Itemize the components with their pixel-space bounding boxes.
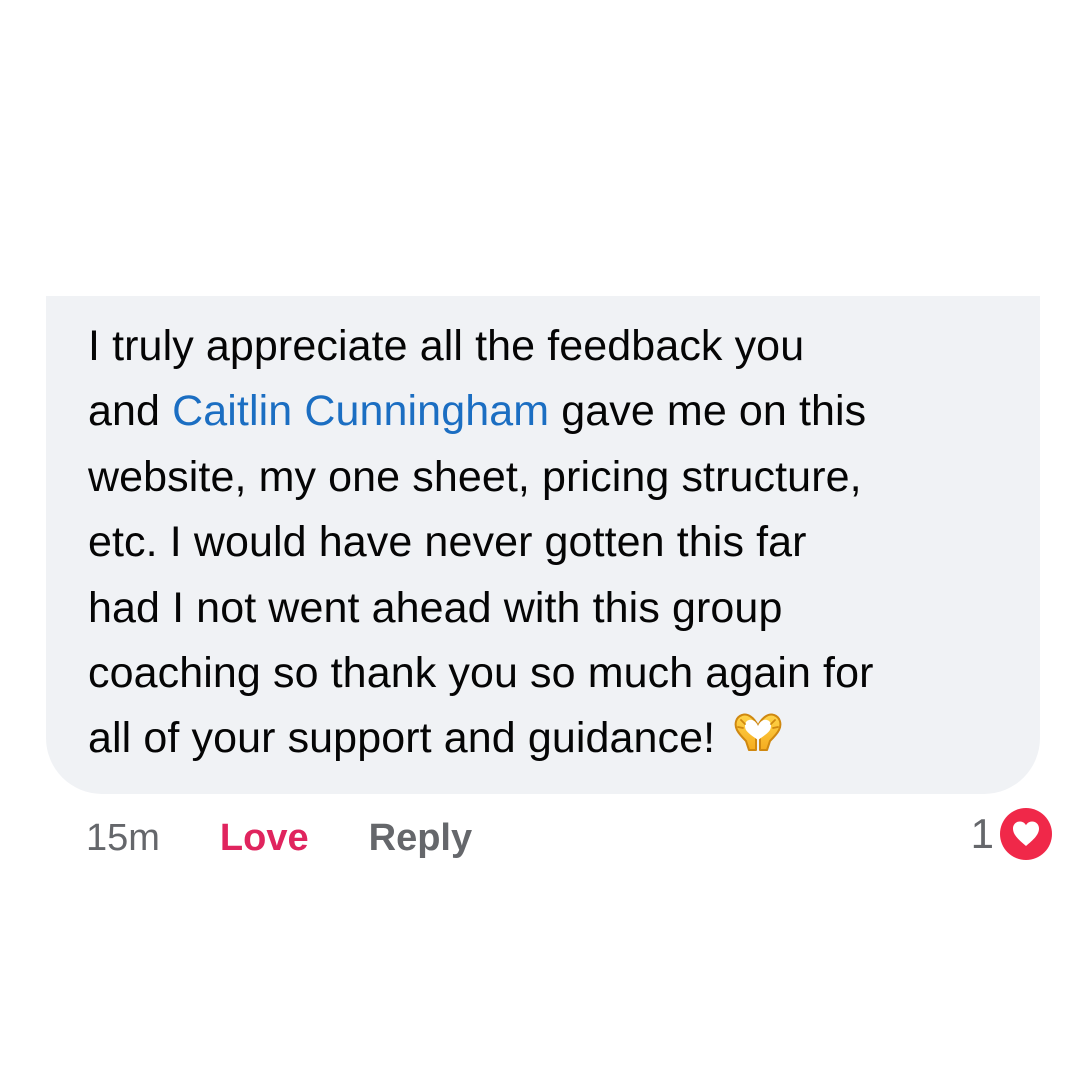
- comment-actions: 15m Love Reply: [86, 812, 472, 864]
- comment-line-2: and Caitlin Cunningham gave me on this: [88, 387, 867, 436]
- heart-icon: [998, 806, 1054, 862]
- comment-screenshot: I truly appreciate all the feedback you a…: [0, 0, 1080, 1080]
- comment-line-4: etc. I would have never gotten this far: [88, 518, 807, 567]
- reaction-summary[interactable]: 1: [971, 806, 1054, 862]
- comment-line-7: all of your support and guidance!: [88, 714, 716, 763]
- comment-line-3: website, my one sheet, pricing structure…: [88, 452, 862, 501]
- reply-button[interactable]: Reply: [369, 817, 472, 860]
- comment-line-5: had I not went ahead with this group: [88, 583, 783, 632]
- reaction-count: 1: [970, 810, 994, 857]
- comment-line-1: I truly appreciate all the feedback you: [88, 322, 805, 370]
- comment-timestamp: 15m: [86, 816, 160, 859]
- comment-line-6: coaching so thank you so much again for: [88, 649, 874, 698]
- comment-bubble: I truly appreciate all the feedback you a…: [46, 296, 1040, 794]
- comment-text: I truly appreciate all the feedback you a…: [88, 314, 1000, 772]
- mention-link[interactable]: Caitlin Cunningham: [172, 387, 549, 435]
- heart-hands-icon: [729, 708, 787, 752]
- love-button[interactable]: Love: [220, 817, 309, 860]
